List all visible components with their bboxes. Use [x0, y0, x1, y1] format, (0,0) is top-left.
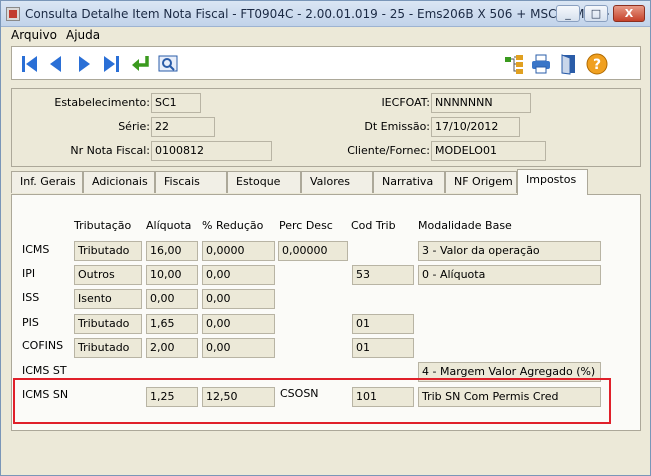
window-title: Consulta Detalhe Item Nota Fiscal - FT09… — [25, 7, 611, 21]
col-aliquota: Alíquota — [146, 219, 192, 232]
ipi-tributacao[interactable]: Outros — [74, 265, 142, 285]
zoom-icon[interactable] — [156, 52, 180, 76]
return-icon[interactable] — [129, 52, 153, 76]
icms-reducao[interactable]: 0,0000 — [202, 241, 275, 261]
row-label-iss: ISS — [22, 291, 40, 304]
tab-inf-gerais[interactable]: Inf. Gerais — [11, 171, 83, 193]
col-perc-desc: Perc Desc — [279, 219, 333, 232]
estabelecimento-label: Estabelecimento: — [54, 96, 150, 109]
iss-tributacao[interactable]: Isento — [74, 289, 142, 309]
tab-adicionais[interactable]: Adicionais — [83, 171, 155, 193]
header-panel: Estabelecimento: SC1 Série: 22 Nr Nota F… — [11, 88, 641, 167]
icms-perc-desc[interactable]: 0,00000 — [278, 241, 348, 261]
col-reducao: % Redução — [202, 219, 264, 232]
estabelecimento-field[interactable]: SC1 — [151, 93, 201, 113]
app-icon — [6, 7, 20, 21]
tab-nf-origem[interactable]: NF Origem — [445, 171, 517, 193]
row-label-ipi: IPI — [22, 267, 36, 280]
col-tributacao: Tributação — [74, 219, 132, 232]
tab-narrativa[interactable]: Narrativa — [373, 171, 445, 193]
cliente-label: Cliente/Fornec: — [347, 144, 430, 157]
row-label-icms: ICMS — [22, 243, 50, 256]
ipi-reducao[interactable]: 0,00 — [202, 265, 275, 285]
col-modalidade: Modalidade Base — [418, 219, 512, 232]
maximize-button[interactable]: □ — [584, 5, 608, 22]
pis-cod-trib[interactable]: 01 — [352, 314, 414, 334]
col-cod-trib: Cod Trib — [351, 219, 396, 232]
iss-aliquota[interactable]: 0,00 — [146, 289, 198, 309]
row-label-pis: PIS — [22, 316, 39, 329]
row-label-cofins: COFINS — [22, 339, 64, 352]
toolbar: ? — [11, 46, 641, 80]
highlight-box — [13, 378, 611, 424]
icms-aliquota[interactable]: 16,00 — [146, 241, 198, 261]
title-bar: Consulta Detalhe Item Nota Fiscal - FT09… — [1, 1, 650, 27]
pis-reducao[interactable]: 0,00 — [202, 314, 275, 334]
dt-emissao-field[interactable]: 17/10/2012 — [431, 117, 520, 137]
ipi-cod-trib[interactable]: 53 — [352, 265, 414, 285]
menu-ajuda[interactable]: Ajuda — [66, 28, 100, 42]
tab-impostos[interactable]: Impostos — [517, 169, 588, 195]
close-button[interactable]: X — [613, 5, 645, 22]
dt-emissao-label: Dt Emissão: — [364, 120, 430, 133]
iecfoat-field[interactable]: NNNNNNN — [431, 93, 531, 113]
prev-icon[interactable] — [44, 52, 68, 76]
cofins-cod-trib[interactable]: 01 — [352, 338, 414, 358]
menu-arquivo[interactable]: Arquivo — [11, 28, 57, 42]
exit-door-icon[interactable] — [557, 52, 581, 76]
main-window: Consulta Detalhe Item Nota Fiscal - FT09… — [0, 0, 651, 476]
menu-bar: Arquivo Ajuda — [1, 27, 650, 44]
tab-valores[interactable]: Valores — [301, 171, 373, 193]
minimize-button[interactable]: _ — [556, 5, 580, 22]
icms-modalidade[interactable]: 3 - Valor da operação — [418, 241, 601, 261]
next-icon[interactable] — [72, 52, 96, 76]
pis-tributacao[interactable]: Tributado — [74, 314, 142, 334]
cliente-field[interactable]: MODELO01 — [431, 141, 546, 161]
serie-label: Série: — [118, 120, 150, 133]
cofins-tributacao[interactable]: Tributado — [74, 338, 142, 358]
svg-text:?: ? — [593, 57, 601, 73]
cofins-reducao[interactable]: 0,00 — [202, 338, 275, 358]
help-icon[interactable]: ? — [585, 52, 609, 76]
serie-field[interactable]: 22 — [151, 117, 215, 137]
pis-aliquota[interactable]: 1,65 — [146, 314, 198, 334]
iecfoat-label: IECFOAT: — [381, 96, 430, 109]
ipi-modalidade[interactable]: 0 - Alíquota — [418, 265, 601, 285]
print-icon[interactable] — [529, 52, 553, 76]
ipi-aliquota[interactable]: 10,00 — [146, 265, 198, 285]
tree-icon[interactable] — [502, 52, 526, 76]
iss-reducao[interactable]: 0,00 — [202, 289, 275, 309]
row-label-icms-st: ICMS ST — [22, 364, 67, 377]
tab-estoque[interactable]: Estoque — [227, 171, 301, 193]
nr-nota-field[interactable]: 0100812 — [151, 141, 272, 161]
icms-tributacao[interactable]: Tributado — [74, 241, 142, 261]
first-icon[interactable] — [18, 52, 42, 76]
last-icon[interactable] — [99, 52, 123, 76]
nr-nota-label: Nr Nota Fiscal: — [70, 144, 150, 157]
tab-fiscais[interactable]: Fiscais — [155, 171, 227, 193]
cofins-aliquota[interactable]: 2,00 — [146, 338, 198, 358]
